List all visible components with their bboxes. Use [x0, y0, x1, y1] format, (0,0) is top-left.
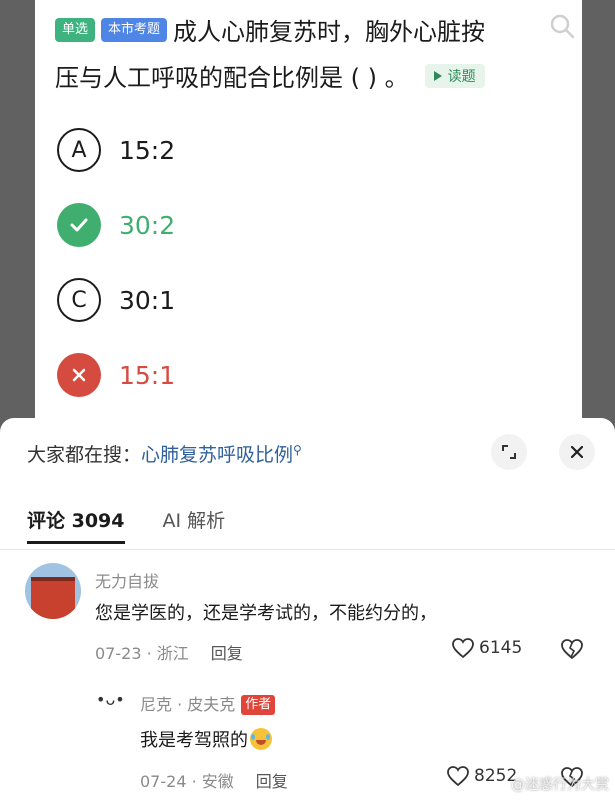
quiz-card: 单选 本市考题 成人心肺复苏时，胸外心脏按 压与人工呼吸的配合比例是 ( ) 。… — [35, 0, 582, 430]
watermark: @迷惑行为大赏 — [511, 777, 609, 793]
tab-divider — [0, 549, 615, 550]
expand-button[interactable] — [491, 434, 527, 470]
small-search-icon: ⚲ — [293, 442, 302, 457]
comment-meta: 07-23 · 浙江 回复 — [95, 640, 243, 664]
comment-reply-button[interactable]: 回复 — [211, 644, 243, 663]
cross-icon — [57, 353, 101, 397]
comment-date-location: 07-23 · 浙江 — [95, 644, 189, 663]
option-b[interactable]: 30:2 — [57, 203, 175, 247]
tab-bar: 评论 3094 AI 解析 — [27, 506, 263, 544]
heart-icon — [452, 638, 474, 659]
option-c-badge: C — [57, 278, 101, 322]
reply-meta: 07-24 · 安徽 回复 — [140, 768, 288, 792]
like-count: 6145 — [479, 638, 523, 658]
close-icon — [570, 445, 584, 459]
tag-city-question: 本市考题 — [101, 17, 168, 42]
check-icon — [57, 203, 101, 247]
comment-author[interactable]: 无力自拔 — [95, 568, 159, 592]
trending-search[interactable]: 大家都在搜：心肺复苏呼吸比例⚲ — [27, 440, 302, 467]
reply-like-button[interactable]: 8252 — [446, 765, 517, 787]
trending-search-term[interactable]: 心肺复苏呼吸比例 — [141, 444, 293, 466]
reply-author[interactable]: 尼克 · 皮夫克 — [140, 695, 235, 714]
like-button[interactable]: 6145 — [451, 637, 522, 659]
option-c[interactable]: C 30:1 — [57, 278, 175, 322]
search-icon[interactable] — [548, 12, 576, 40]
comment-panel: 大家都在搜：心肺复苏呼吸比例⚲ 评论 3094 AI 解析 无力自拔 您是学医的… — [0, 418, 615, 800]
option-d-text: 15:1 — [119, 360, 176, 390]
comment-text: 您是学医的，还是学考试的，不能约分的， — [95, 603, 437, 624]
read-question-button[interactable]: 读题 — [424, 63, 485, 88]
question-line-2: 压与人工呼吸的配合比例是 ( ) 。 读题 — [55, 58, 485, 93]
question-line-1: 单选 本市考题 成人心肺复苏时，胸外心脏按 — [55, 12, 485, 47]
option-a-text: 15:2 — [119, 135, 176, 165]
heart-icon — [447, 766, 469, 787]
avatar-fill — [31, 581, 75, 619]
laughing-emoji-icon — [250, 728, 272, 750]
background-right — [582, 0, 615, 430]
expand-icon — [502, 445, 516, 459]
play-icon — [433, 70, 442, 81]
avatar[interactable] — [25, 563, 81, 619]
broken-heart-icon[interactable] — [560, 638, 584, 660]
tab-comments[interactable]: 评论 3094 — [27, 506, 125, 544]
tab-ai-analysis[interactable]: AI 解析 — [163, 506, 226, 543]
trending-search-label: 大家都在搜： — [27, 444, 142, 466]
reply-text-row: 我是考驾照的 — [140, 726, 272, 752]
option-d[interactable]: 15:1 — [57, 353, 175, 397]
reply-avatar[interactable]: •ᴗ• — [96, 690, 125, 716]
question-text-2: 压与人工呼吸的配合比例是 ( ) 。 — [55, 64, 409, 92]
author-badge: 作者 — [241, 695, 276, 715]
background-left — [0, 0, 35, 430]
reply-text: 我是考驾照的 — [140, 730, 248, 751]
option-b-text: 30:2 — [119, 210, 176, 240]
reply-reply-button[interactable]: 回复 — [256, 772, 288, 791]
option-c-text: 30:1 — [119, 285, 176, 315]
option-a-badge: A — [57, 128, 101, 172]
close-button[interactable] — [559, 434, 595, 470]
tag-single-choice: 单选 — [55, 17, 96, 42]
reply-date-location: 07-24 · 安徽 — [140, 772, 234, 791]
option-a[interactable]: A 15:2 — [57, 128, 175, 172]
reply-author-row: 尼克 · 皮夫克 作者 — [140, 691, 276, 715]
question-text-1: 成人心肺复苏时，胸外心脏按 — [173, 18, 486, 46]
read-question-label: 读题 — [447, 68, 476, 85]
